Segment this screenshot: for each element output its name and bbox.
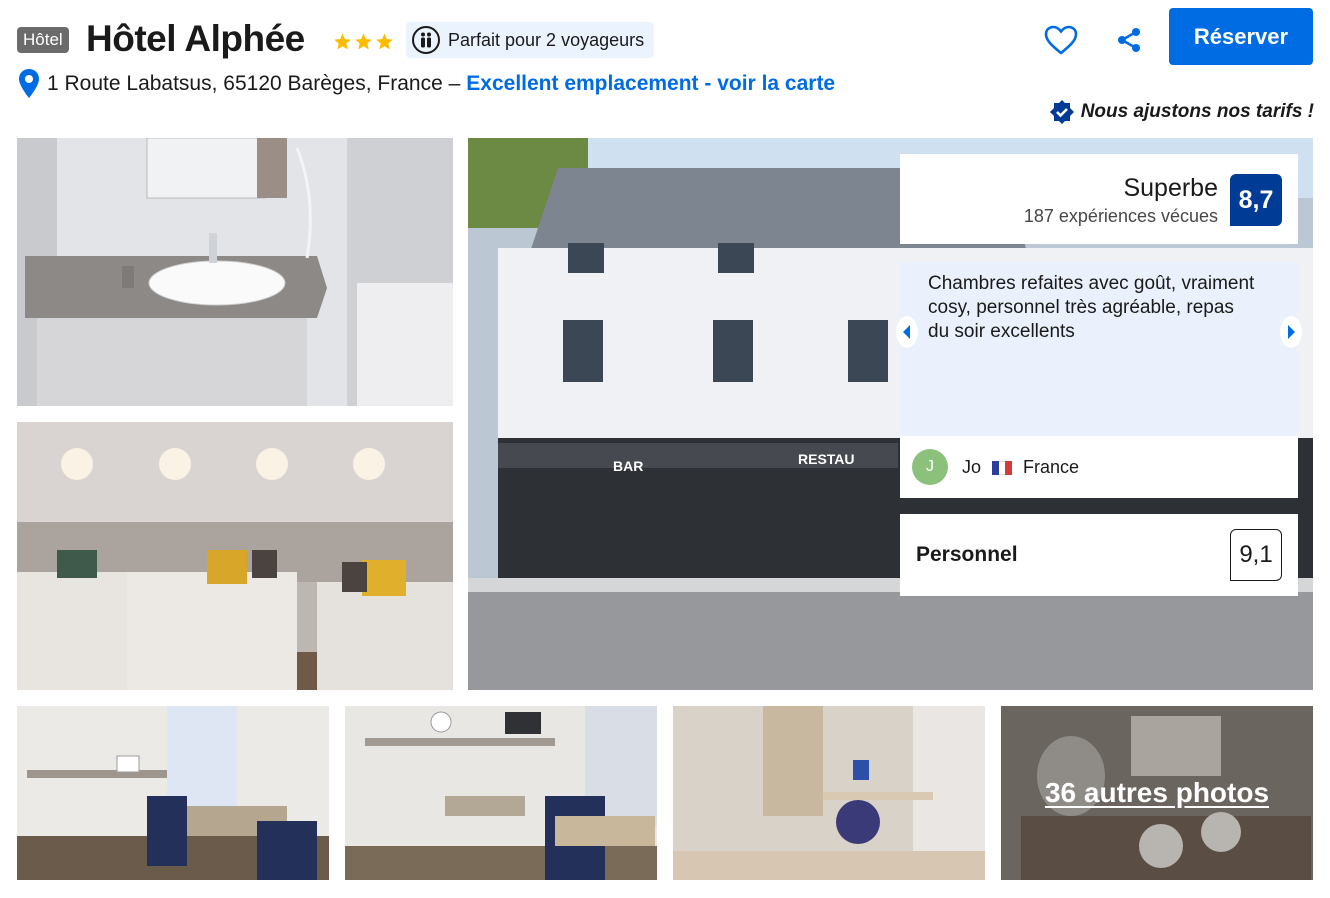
photo-bedroom[interactable] <box>17 422 453 690</box>
svg-text:RESTAU: RESTAU <box>798 451 855 467</box>
review-quote: Chambres refaites avec goût, vraiment co… <box>928 273 1255 342</box>
price-match-notice[interactable]: Nous ajustons nos tarifs ! <box>1049 99 1314 125</box>
kitchenette-image-2 <box>345 706 657 880</box>
share-icon <box>1118 28 1140 52</box>
france-flag-icon <box>992 460 1013 475</box>
map-pin-icon <box>19 69 39 98</box>
category-label: Personnel <box>916 543 1018 566</box>
verified-badge-icon <box>1049 100 1074 124</box>
hotel-page: Hôtel Hôtel Alphée Parfait pour 2 voyage… <box>0 0 1330 898</box>
category-score-card: Personnel 9,1 <box>900 514 1298 596</box>
kitchenette-image <box>17 706 329 880</box>
star-icon <box>334 33 351 50</box>
review-quote-card: Chambres refaites avec goût, vraiment co… <box>896 262 1302 436</box>
reviewer-name: Jo <box>962 456 982 477</box>
two-people-icon <box>412 26 440 54</box>
avatar: J <box>912 449 948 485</box>
traveler-fit-label: Parfait pour 2 voyageurs <box>448 29 645 50</box>
review-score-card[interactable]: Superbe 187 expériences vécues 8,7 <box>900 154 1298 244</box>
svg-text:BAR: BAR <box>613 458 643 474</box>
photo-kitchenette-2[interactable] <box>345 706 657 880</box>
heart-icon <box>1044 25 1078 55</box>
share-button[interactable] <box>1110 20 1148 60</box>
star-icon <box>355 33 372 50</box>
review-score-badge: 8,7 <box>1230 174 1282 226</box>
photo-kitchenette-1[interactable] <box>17 706 329 880</box>
hotel-name: Hôtel Alphée <box>86 18 305 59</box>
category-score-badge: 9,1 <box>1230 529 1282 581</box>
more-photos-link[interactable]: 36 autres photos <box>1001 706 1313 880</box>
room-desk-image <box>673 706 985 880</box>
reviewer-country: France <box>1023 456 1080 477</box>
previous-review-button[interactable] <box>896 316 918 348</box>
save-favorite-button[interactable] <box>1040 20 1082 60</box>
reviewer-details: Jo France <box>962 457 1079 478</box>
property-type-badge: Hôtel <box>17 27 69 53</box>
star-icon <box>376 33 393 50</box>
price-match-text: Nous ajustons nos tarifs ! <box>1080 101 1314 122</box>
chevron-left-icon <box>896 316 918 348</box>
address-row: 1 Route Labatsus, 65120 Barèges, France … <box>17 68 835 100</box>
hotel-address: 1 Route Labatsus, 65120 Barèges, France … <box>47 72 461 95</box>
chevron-right-icon <box>1280 316 1302 348</box>
next-review-button[interactable] <box>1280 316 1302 348</box>
bedroom-image <box>17 422 453 690</box>
review-count: 187 expériences vécues <box>1023 206 1218 226</box>
photo-room-desk[interactable] <box>673 706 985 880</box>
reserve-button[interactable]: Réserver <box>1169 8 1313 65</box>
traveler-fit-badge: Parfait pour 2 voyageurs <box>406 22 655 58</box>
reviewer-info: J Jo France <box>900 436 1298 498</box>
bathroom-image <box>17 138 453 406</box>
rating-word: Superbe <box>1123 174 1218 202</box>
star-rating <box>333 32 394 51</box>
show-map-link[interactable]: Excellent emplacement - voir la carte <box>466 72 835 96</box>
photo-bathroom[interactable] <box>17 138 453 406</box>
